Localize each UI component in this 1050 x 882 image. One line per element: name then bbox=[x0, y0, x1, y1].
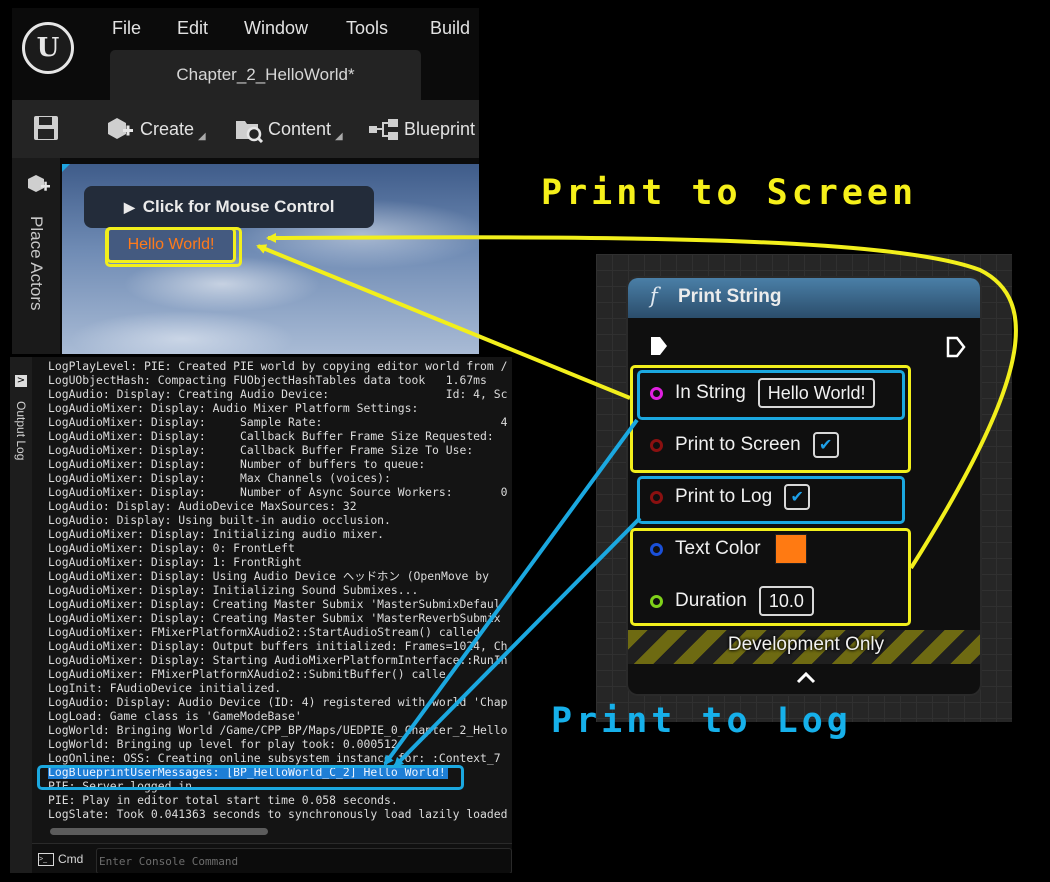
annotation-arrows bbox=[256, 232, 1018, 768]
screen-arrow-from-in-string bbox=[256, 244, 631, 400]
log-arrow-from-print-to-log bbox=[393, 516, 642, 768]
screen-arrow-curve bbox=[266, 232, 1018, 570]
log-arrow-from-in-string bbox=[383, 418, 639, 766]
